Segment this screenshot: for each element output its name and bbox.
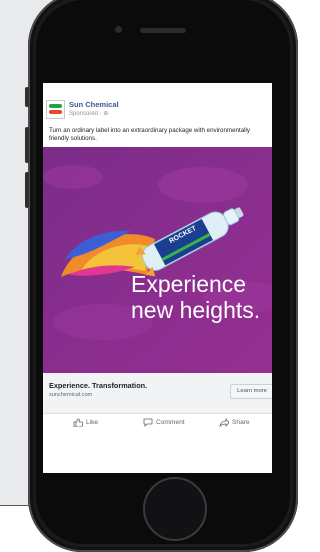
post-header: Sun Chemical Sponsored · ⊕ bbox=[43, 83, 272, 127]
share-label: Share bbox=[232, 419, 250, 426]
link-url: sunchemical.com bbox=[49, 392, 93, 398]
post-caption: Turn an ordinary label into an extraordi… bbox=[49, 127, 250, 142]
ad-image[interactable]: ROCKET Experience new heights. bbox=[43, 147, 272, 373]
volume-down-button bbox=[25, 172, 29, 208]
learn-more-button[interactable]: Learn more bbox=[230, 384, 272, 399]
share-button[interactable]: Share bbox=[219, 418, 250, 427]
avatar[interactable] bbox=[46, 100, 65, 119]
headline-line-1: Experience bbox=[131, 271, 247, 297]
mute-switch bbox=[25, 87, 29, 107]
front-camera bbox=[115, 26, 122, 33]
like-label: Like bbox=[86, 419, 99, 426]
sponsored-label: Sponsored · ⊕ bbox=[69, 111, 109, 117]
comment-button[interactable]: Comment bbox=[143, 418, 185, 427]
ad-headline: Experience new heights. bbox=[131, 271, 260, 323]
rocket-bottle-illustration: ROCKET bbox=[43, 147, 272, 373]
phone-screen: Sun Chemical Sponsored · ⊕ Turn an ordin… bbox=[43, 83, 272, 473]
earpiece-speaker bbox=[140, 28, 186, 33]
headline-line-2: new heights. bbox=[131, 297, 261, 323]
volume-up-button bbox=[25, 127, 29, 163]
like-button[interactable]: Like bbox=[73, 418, 98, 427]
comment-icon bbox=[143, 418, 153, 427]
action-bar: Like Comment Share bbox=[43, 414, 272, 434]
brand-name[interactable]: Sun Chemical bbox=[69, 100, 119, 109]
link-preview[interactable]: Experience. Transformation. sunchemical.… bbox=[43, 373, 272, 414]
home-button[interactable] bbox=[143, 477, 207, 541]
like-icon bbox=[73, 418, 83, 427]
link-title[interactable]: Experience. Transformation. bbox=[49, 381, 147, 390]
comment-label: Comment bbox=[156, 419, 185, 426]
share-icon bbox=[219, 418, 229, 427]
